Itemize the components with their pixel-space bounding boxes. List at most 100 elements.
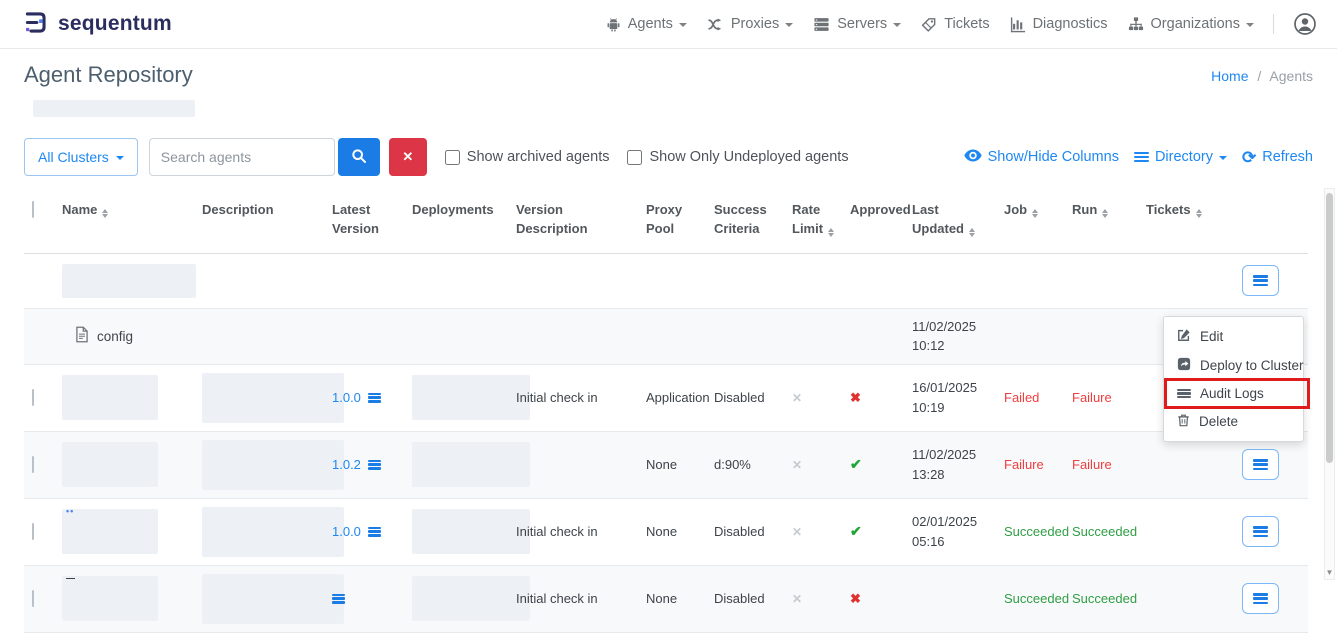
- table-row-config[interactable]: config 11/02/202510:12: [24, 308, 1308, 364]
- row-actions-menu-button[interactable]: [1242, 449, 1279, 480]
- context-menu-edit[interactable]: Edit: [1164, 322, 1303, 351]
- column-header-job[interactable]: Job: [998, 191, 1066, 253]
- nav-organizations[interactable]: Organizations: [1127, 16, 1254, 33]
- redacted-name: [62, 264, 196, 298]
- run-status[interactable]: Succeeded: [1072, 524, 1137, 539]
- nav-diagnostics[interactable]: Diagnostics: [1009, 16, 1108, 33]
- proxy-pool-cell: Application: [640, 364, 708, 431]
- nav-separator: [1273, 14, 1274, 34]
- version-menu-icon[interactable]: [368, 460, 381, 470]
- chevron-down-icon: [679, 23, 687, 27]
- hamburger-icon: [1253, 459, 1268, 470]
- table-header-row: Name Description Latest Version Deployme…: [24, 191, 1308, 253]
- column-header-rate-limit[interactable]: Rate Limit: [786, 191, 844, 253]
- rate-limit-none-icon: ✕: [792, 458, 802, 472]
- job-status[interactable]: Succeeded: [1004, 591, 1069, 606]
- job-status[interactable]: Failure: [1004, 457, 1044, 472]
- nav-proxies[interactable]: Proxies: [706, 16, 793, 33]
- row-checkbox[interactable]: [32, 523, 34, 540]
- column-header-name[interactable]: Name: [56, 191, 196, 253]
- row-actions-menu-button[interactable]: [1242, 516, 1279, 547]
- row-checkbox[interactable]: [32, 590, 34, 607]
- android-icon: [605, 16, 622, 33]
- top-bar: sequentum Agents: [0, 0, 1337, 49]
- server-icon: [812, 16, 831, 33]
- brand-name: sequentum: [58, 12, 172, 36]
- nav-agents[interactable]: Agents: [605, 16, 687, 33]
- version-menu-icon[interactable]: [368, 393, 381, 403]
- row-checkbox[interactable]: [32, 456, 34, 473]
- show-undeployed-checkbox[interactable]: Show Only Undeployed agents: [627, 149, 848, 165]
- sort-icon: [1032, 209, 1038, 218]
- row-actions-menu-button[interactable]: [1242, 583, 1279, 614]
- breadcrumb: Home / Agents: [1211, 68, 1313, 84]
- success-criteria-cell: Disabled: [708, 565, 786, 632]
- search-button[interactable]: [338, 138, 380, 176]
- version-description-cell: Initial check in: [510, 364, 640, 431]
- refresh-label: Refresh: [1262, 149, 1313, 165]
- directory-label: Directory: [1155, 149, 1213, 165]
- version-menu-icon[interactable]: [368, 527, 381, 537]
- archived-checkbox-input[interactable]: [445, 150, 460, 165]
- nav-agents-label: Agents: [628, 16, 673, 32]
- sort-icon: [1102, 209, 1108, 218]
- row-context-menu: Edit Deploy to Cluster Audit Logs Delete: [1163, 316, 1304, 442]
- table-row-agent[interactable]: 1.0.2 None d:90% ✕ ✔ 11/02/202513:28 Fai…: [24, 431, 1308, 498]
- version-link[interactable]: 1.0.2: [332, 457, 361, 472]
- row-checkbox[interactable]: [32, 389, 34, 406]
- scrollbar-thumb[interactable]: [1326, 193, 1333, 463]
- nav-servers[interactable]: Servers: [812, 16, 901, 33]
- column-header-run[interactable]: Run: [1066, 191, 1140, 253]
- version-menu-icon[interactable]: [332, 594, 345, 604]
- nav-diagnostics-label: Diagnostics: [1033, 16, 1108, 32]
- rate-limit-none-icon: ✕: [792, 592, 802, 606]
- sort-icon: [1196, 209, 1202, 218]
- table-row-agent[interactable]: — Initial check in None Disabled ✕ ✖ Suc…: [24, 565, 1308, 632]
- vertical-scrollbar[interactable]: ▼: [1324, 188, 1335, 580]
- chevron-down-icon: [116, 156, 124, 160]
- table-row-group[interactable]: [24, 253, 1308, 308]
- list-icon: [1134, 152, 1149, 163]
- redaction-artifact: ••: [66, 507, 74, 516]
- sort-icon: [102, 209, 108, 218]
- hamburger-icon: [1253, 275, 1268, 286]
- success-criteria-cell: d:90%: [708, 431, 786, 498]
- cluster-filter-dropdown[interactable]: All Clusters: [24, 138, 138, 176]
- brand-logo[interactable]: sequentum: [22, 9, 172, 39]
- scrollbar-down-arrow[interactable]: ▼: [1325, 569, 1334, 577]
- sort-icon: [969, 228, 975, 237]
- config-file-name[interactable]: config: [97, 329, 133, 344]
- version-description-cell: [510, 431, 640, 498]
- column-header-tickets[interactable]: Tickets: [1140, 191, 1236, 253]
- column-header-last-updated[interactable]: Last Updated: [906, 191, 998, 253]
- search-input[interactable]: [149, 138, 335, 176]
- show-archived-checkbox[interactable]: Show archived agents: [445, 149, 610, 165]
- context-menu-deploy[interactable]: Deploy to Cluster: [1164, 351, 1303, 380]
- version-link[interactable]: 1.0.0: [332, 390, 361, 405]
- nav-tickets[interactable]: Tickets: [920, 16, 989, 33]
- undeployed-checkbox-input[interactable]: [627, 150, 642, 165]
- user-menu-button[interactable]: [1293, 12, 1317, 36]
- column-header-approved: Approved: [844, 191, 906, 253]
- directory-dropdown[interactable]: Directory: [1134, 149, 1227, 165]
- run-status[interactable]: Failure: [1072, 457, 1112, 472]
- nav-organizations-label: Organizations: [1151, 16, 1240, 32]
- table-row-agent[interactable]: 1.0.0 Initial check in Application Disab…: [24, 364, 1308, 431]
- version-description-cell: Initial check in: [510, 565, 640, 632]
- row-actions-menu-button[interactable]: [1242, 265, 1279, 296]
- breadcrumb-home-link[interactable]: Home: [1211, 68, 1248, 84]
- redacted-description: [202, 507, 344, 557]
- show-hide-columns-button[interactable]: Show/Hide Columns: [964, 149, 1119, 166]
- context-menu-delete[interactable]: Delete: [1164, 407, 1303, 436]
- context-menu-audit-logs[interactable]: Audit Logs: [1164, 380, 1303, 407]
- table-row-agent[interactable]: •• 1.0.0 Initial check in None Disabled …: [24, 498, 1308, 565]
- job-status[interactable]: Failed: [1004, 390, 1039, 405]
- chevron-down-icon: [893, 23, 901, 27]
- run-status[interactable]: Succeeded: [1072, 591, 1137, 606]
- clear-search-button[interactable]: ✕: [389, 138, 427, 176]
- refresh-button[interactable]: ⟳ Refresh: [1242, 149, 1313, 166]
- job-status[interactable]: Succeeded: [1004, 524, 1069, 539]
- version-link[interactable]: 1.0.0: [332, 524, 361, 539]
- select-all-checkbox[interactable]: [32, 201, 34, 218]
- run-status[interactable]: Failure: [1072, 390, 1112, 405]
